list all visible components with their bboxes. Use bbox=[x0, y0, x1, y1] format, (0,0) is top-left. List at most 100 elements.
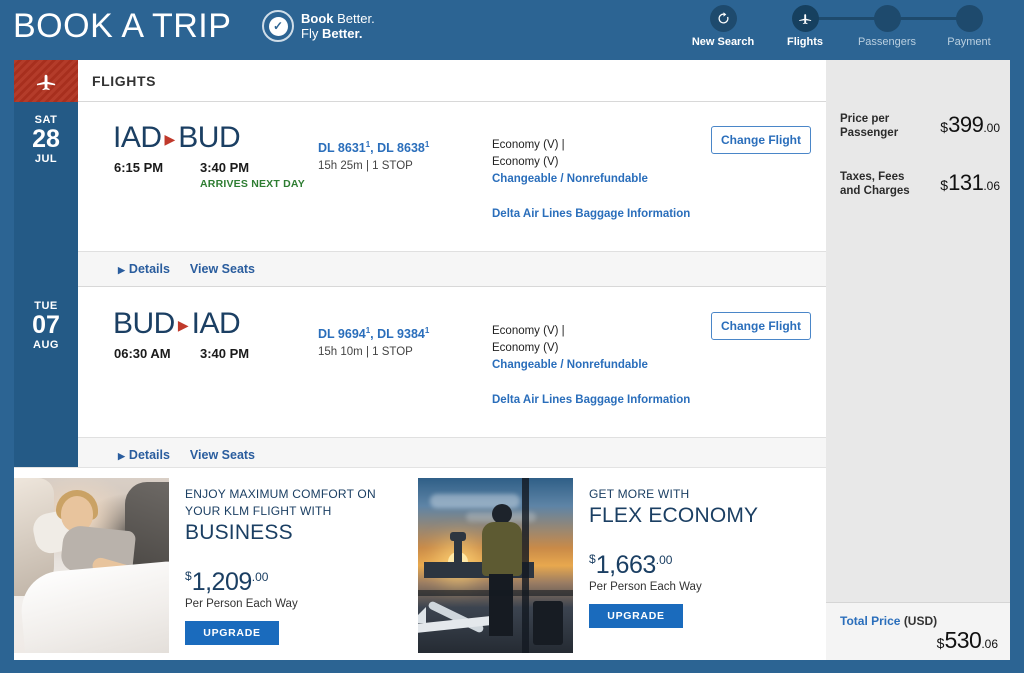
step-label: Payment bbox=[947, 36, 991, 48]
details-toggle-return[interactable]: ▶ Details bbox=[118, 448, 170, 462]
total-price-value: $530.06 bbox=[937, 627, 998, 654]
upgrade-button-business[interactable]: UPGRADE bbox=[185, 621, 279, 645]
price-cents: .00 bbox=[251, 570, 269, 584]
depart-time: 6:15 PM bbox=[114, 160, 164, 175]
fare-rules-link[interactable]: Changeable / Nonrefundable bbox=[492, 171, 648, 188]
total-price-label: Total Price (USD) bbox=[840, 614, 937, 628]
progress-steps: New Search Flights Passengers Payment bbox=[682, 2, 1010, 48]
promo-business: ENJOY MAXIMUM COMFORT ON YOUR KLM FLIGHT… bbox=[14, 478, 409, 653]
arrive-time: 3:40 PM bbox=[200, 346, 250, 361]
currency-symbol: $ bbox=[589, 552, 596, 566]
seal-icon: ✓ bbox=[262, 10, 294, 42]
price-value: $399.00 bbox=[940, 112, 1000, 138]
business-class-image-art bbox=[14, 478, 169, 653]
dot-icon[interactable] bbox=[955, 5, 983, 32]
price-cents: .00 bbox=[655, 553, 673, 567]
cabin-line-1: Economy (V) | bbox=[492, 325, 565, 337]
date-day: 07 bbox=[32, 311, 60, 339]
step-new-search[interactable]: New Search bbox=[682, 2, 764, 48]
business-class-photo bbox=[14, 478, 169, 653]
badge-line2-bold: Better. bbox=[321, 26, 363, 41]
date-month: AUG bbox=[33, 339, 59, 351]
destination-code: IAD bbox=[191, 307, 241, 340]
change-flight-button[interactable]: Change Flight bbox=[711, 312, 811, 340]
promo-title: FLEX ECONOMY bbox=[589, 504, 759, 527]
footnote-marker: 1 bbox=[424, 326, 430, 335]
route-outbound: IAD ▶ BUD bbox=[113, 121, 241, 156]
upgrade-button-flex[interactable]: UPGRADE bbox=[589, 604, 683, 628]
details-toggle-outbound[interactable]: ▶ Details bbox=[118, 262, 170, 276]
step-flights[interactable]: Flights bbox=[764, 2, 846, 48]
duration-stops: 15h 10m | 1 STOP bbox=[318, 346, 413, 358]
cabin-info-return: Economy (V) | Economy (V) Changeable / N… bbox=[492, 323, 648, 374]
badge-text: Book Better. Fly Better. bbox=[301, 11, 375, 41]
step-payment[interactable]: Payment bbox=[928, 2, 1010, 48]
airplane-icon[interactable] bbox=[791, 5, 819, 32]
route-arrow-icon: ▶ bbox=[177, 317, 189, 333]
page-title: BOOK A TRIP bbox=[13, 7, 232, 45]
date-day: 28 bbox=[32, 125, 60, 153]
view-seats-link-outbound[interactable]: View Seats bbox=[190, 262, 255, 276]
depart-time: 06:30 AM bbox=[114, 346, 171, 361]
details-bar-outbound: ▶ Details View Seats bbox=[78, 251, 826, 287]
destination-code: BUD bbox=[178, 121, 241, 154]
step-label: New Search bbox=[691, 36, 755, 48]
flight-number-2[interactable]: DL 9384 bbox=[377, 327, 425, 341]
promo-price: $1,663.00 bbox=[589, 551, 813, 580]
promo-flex-body: GET MORE WITH FLEX ECONOMY $1,663.00 Per… bbox=[573, 478, 813, 653]
dot-icon[interactable] bbox=[873, 5, 901, 32]
price-amount: 131 bbox=[948, 170, 984, 195]
total-currency-label: (USD) bbox=[903, 614, 938, 628]
caret-right-icon: ▶ bbox=[118, 265, 125, 275]
currency-symbol: $ bbox=[940, 119, 949, 135]
route-return: BUD ▶ IAD bbox=[113, 307, 241, 342]
badge-line1-bold: Book bbox=[301, 11, 334, 26]
airplane-icon bbox=[14, 60, 78, 102]
flight-numbers-outbound: DL 86311, DL 86381 bbox=[318, 140, 430, 156]
promo-kicker: GET MORE WITH bbox=[589, 487, 690, 501]
badge-line2-light: Fly bbox=[301, 26, 319, 41]
price-value: $131.06 bbox=[940, 170, 1000, 196]
booking-page: BOOK A TRIP ✓ Book Better. Fly Better. N… bbox=[0, 0, 1024, 673]
origin-code: IAD bbox=[113, 121, 162, 154]
price-summary-panel: Price per Passenger $399.00 Taxes, Fees … bbox=[826, 60, 1010, 660]
change-flight-button[interactable]: Change Flight bbox=[711, 126, 811, 154]
price-cents: .00 bbox=[983, 121, 1000, 135]
book-better-badge: ✓ Book Better. Fly Better. bbox=[262, 10, 375, 42]
app-header: BOOK A TRIP ✓ Book Better. Fly Better. N… bbox=[0, 0, 1024, 56]
date-month: JUL bbox=[34, 153, 58, 165]
footnote-marker: 1 bbox=[424, 140, 430, 149]
airport-sunset-image-art bbox=[418, 478, 573, 653]
flight-number-1[interactable]: DL 9694 bbox=[318, 327, 366, 341]
currency-symbol: $ bbox=[185, 569, 192, 583]
total-label-text: Total Price bbox=[840, 614, 901, 628]
promo-title: BUSINESS bbox=[185, 521, 293, 544]
cabin-info-outbound: Economy (V) | Economy (V) Changeable / N… bbox=[492, 137, 648, 188]
baggage-info-link[interactable]: Delta Air Lines Baggage Information bbox=[492, 208, 690, 220]
step-passengers[interactable]: Passengers bbox=[846, 2, 928, 48]
flight-number-1[interactable]: DL 8631 bbox=[318, 141, 366, 155]
promo-subtitle: Per Person Each Way bbox=[589, 581, 702, 593]
promo-business-body: ENJOY MAXIMUM COMFORT ON YOUR KLM FLIGHT… bbox=[169, 478, 409, 653]
view-seats-link-return[interactable]: View Seats bbox=[190, 448, 255, 462]
date-rail-return: TUE 07 AUG bbox=[14, 288, 78, 475]
flight-number-2[interactable]: DL 8638 bbox=[377, 141, 425, 155]
promo-kicker: ENJOY MAXIMUM COMFORT ON YOUR KLM FLIGHT… bbox=[185, 487, 376, 518]
price-cents: .06 bbox=[983, 179, 1000, 193]
step-label: Passengers bbox=[857, 36, 917, 48]
price-amount: 399 bbox=[948, 112, 984, 137]
price-amount: 1,663 bbox=[595, 551, 657, 579]
refresh-icon[interactable] bbox=[709, 5, 737, 32]
fare-rules-link[interactable]: Changeable / Nonrefundable bbox=[492, 357, 648, 374]
duration-stops: 15h 25m | 1 STOP bbox=[318, 160, 413, 172]
check-icon: ✓ bbox=[268, 16, 288, 36]
content-card: FLIGHTS SAT 28 JUL IAD ▶ BUD 6:15 PM 3:4… bbox=[14, 60, 1010, 660]
baggage-info-link[interactable]: Delta Air Lines Baggage Information bbox=[492, 394, 690, 406]
promo-subtitle: Per Person Each Way bbox=[185, 598, 298, 610]
flight-numbers-return: DL 96941, DL 93841 bbox=[318, 326, 430, 342]
upsell-promos: ENJOY MAXIMUM COMFORT ON YOUR KLM FLIGHT… bbox=[14, 467, 826, 660]
promo-flex-economy: GET MORE WITH FLEX ECONOMY $1,663.00 Per… bbox=[418, 478, 813, 653]
price-amount: 530 bbox=[944, 627, 982, 653]
price-row-per-passenger: Price per Passenger $399.00 bbox=[840, 112, 1000, 140]
arrives-next-day-note: ARRIVES NEXT DAY bbox=[200, 178, 305, 190]
